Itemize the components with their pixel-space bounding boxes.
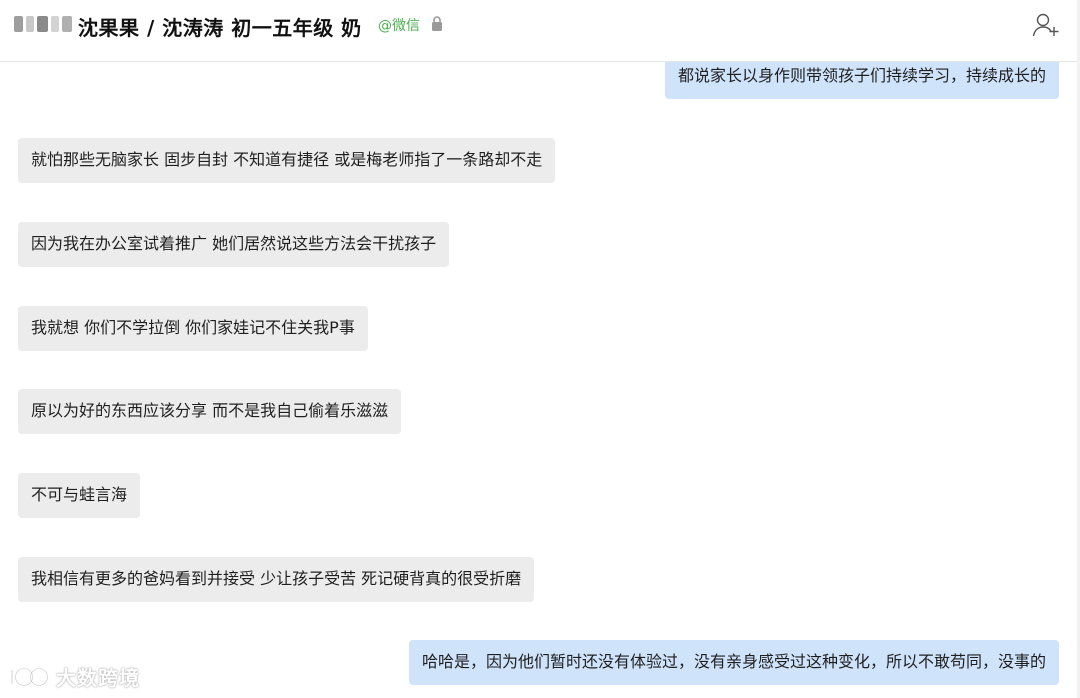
message-bubble-incoming[interactable]: 不可与蛙言海 xyxy=(18,473,141,518)
message-bubble-outgoing[interactable]: 都说家长以身作则带领孩子们持续学习，持续成长的 xyxy=(664,62,1059,99)
lock-icon xyxy=(432,16,442,31)
message-bubble-outgoing[interactable]: 哈哈是，因为他们暂时还没有体验过，没有亲身感受过这种变化，所以不敢苟同，没事的 xyxy=(408,640,1059,685)
message-bubble-incoming[interactable]: 原以为好的东西应该分享 而不是我自己偷着乐滋滋 xyxy=(18,389,402,434)
message-bubble-incoming[interactable]: 我就想 你们不学拉倒 你们家娃记不住关我P事 xyxy=(18,306,368,351)
ioo-logo-icon xyxy=(10,668,48,686)
chat-title[interactable]: 沈果果 / 沈涛涛 初一五年级 奶 xyxy=(78,12,362,41)
message-list[interactable]: 都说家长以身作则带领孩子们持续学习，持续成长的 就怕那些无脑家长 固步自封 不知… xyxy=(0,62,1080,698)
message-bubble-incoming[interactable]: 我相信有更多的爸妈看到并接受 少让孩子受苦 死记硬背真的很受折磨 xyxy=(18,557,535,602)
blurred-name-prefix xyxy=(14,14,73,34)
watermark-text: 大数跨境 xyxy=(56,665,140,690)
wechat-source-tag: @微信 xyxy=(378,18,420,34)
watermark: 大数跨境 xyxy=(8,662,140,690)
message-bubble-incoming[interactable]: 就怕那些无脑家长 固步自封 不知道有捷径 或是梅老师指了一条路却不走 xyxy=(18,138,556,183)
message-bubble-incoming[interactable]: 因为我在办公室试着推广 她们居然说这些方法会干扰孩子 xyxy=(18,222,450,267)
add-contact-icon[interactable] xyxy=(1032,12,1060,38)
chat-header: 沈果果 / 沈涛涛 初一五年级 奶 @微信 xyxy=(0,0,1080,62)
